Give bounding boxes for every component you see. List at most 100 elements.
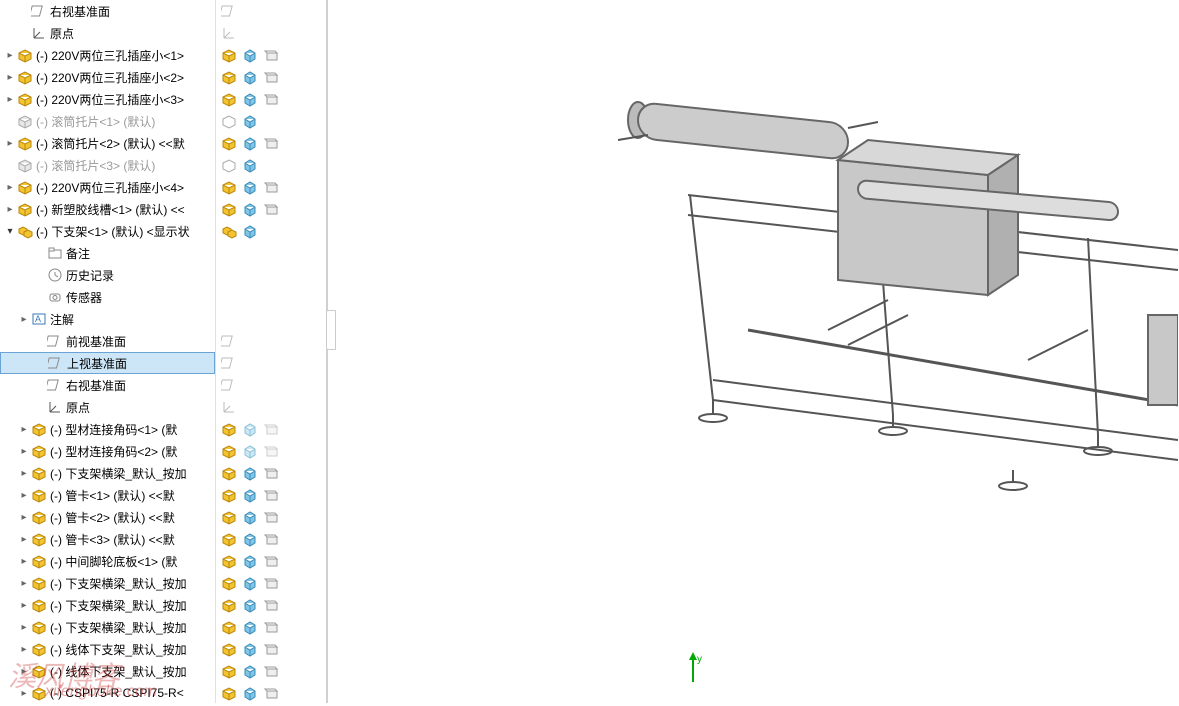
part-icon[interactable]	[220, 508, 238, 526]
sheet-icon[interactable]	[262, 508, 280, 526]
chevron-right-icon[interactable]: ▸	[4, 94, 16, 105]
sheet-icon[interactable]	[262, 552, 280, 570]
part-icon[interactable]	[220, 178, 238, 196]
chevron-right-icon[interactable]: ▸	[18, 578, 30, 589]
sheet-icon[interactable]	[262, 684, 280, 702]
sheet-icon[interactable]	[262, 486, 280, 504]
part-icon[interactable]	[220, 574, 238, 592]
tree-item[interactable]: 右视基准面	[0, 374, 215, 396]
sheet-icon[interactable]	[262, 134, 280, 152]
part-icon[interactable]	[220, 46, 238, 64]
chevron-right-icon[interactable]: ▸	[18, 600, 30, 611]
chevron-right-icon[interactable]: ▸	[18, 490, 30, 501]
sheet-icon[interactable]	[262, 68, 280, 86]
chevron-right-icon[interactable]: ▸	[18, 424, 30, 435]
cube-icon[interactable]	[241, 134, 259, 152]
asm-icon[interactable]	[220, 222, 238, 240]
3d-viewport[interactable]: y	[326, 0, 1179, 703]
sheet-icon[interactable]	[262, 46, 280, 64]
part-icon[interactable]	[220, 618, 238, 636]
part-icon[interactable]	[220, 662, 238, 680]
tree-item[interactable]: 原点	[0, 396, 215, 418]
tree-item[interactable]: ▸(-) 中间脚轮底板<1> (默	[0, 550, 215, 572]
tree-item[interactable]: ▸(-) 型材连接角码<1> (默	[0, 418, 215, 440]
tree-item[interactable]: ▾(-) 下支架<1> (默认) <显示状	[0, 220, 215, 242]
sheet-t-icon[interactable]	[262, 420, 280, 438]
plane-g-icon[interactable]	[220, 354, 238, 372]
sheet-icon[interactable]	[262, 618, 280, 636]
chevron-right-icon[interactable]: ▸	[4, 72, 16, 83]
cube-t-icon[interactable]	[241, 420, 259, 438]
cube-icon[interactable]	[241, 156, 259, 174]
part-icon[interactable]	[220, 442, 238, 460]
chevron-right-icon[interactable]: ▸	[18, 446, 30, 457]
tree-item[interactable]: ▸(-) 220V两位三孔插座小<1>	[0, 44, 215, 66]
tree-item[interactable]: ▸(-) 220V两位三孔插座小<4>	[0, 176, 215, 198]
tree-item[interactable]: 传感器	[0, 286, 215, 308]
sheet-icon[interactable]	[262, 662, 280, 680]
tree-item[interactable]: ▸(-) 下支架横梁_默认_按加	[0, 594, 215, 616]
cube-icon[interactable]	[241, 530, 259, 548]
cube-icon[interactable]	[241, 68, 259, 86]
tree-item[interactable]: ▸(-) 下支架横梁_默认_按加	[0, 462, 215, 484]
sheet-icon[interactable]	[262, 640, 280, 658]
tree-item[interactable]: ▸(-) 管卡<3> (默认) <<默	[0, 528, 215, 550]
sheet-icon[interactable]	[262, 200, 280, 218]
tree-item[interactable]: 前视基准面	[0, 330, 215, 352]
tree-item[interactable]: ▸(-) 下支架横梁_默认_按加	[0, 572, 215, 594]
part-gl-icon[interactable]	[220, 156, 238, 174]
part-icon[interactable]	[220, 552, 238, 570]
cube-icon[interactable]	[241, 552, 259, 570]
tree-item[interactable]: ▸(-) 220V两位三孔插座小<3>	[0, 88, 215, 110]
plane-g-icon[interactable]	[220, 332, 238, 350]
sheet-icon[interactable]	[262, 178, 280, 196]
tree-item[interactable]: 历史记录	[0, 264, 215, 286]
chevron-right-icon[interactable]: ▸	[18, 468, 30, 479]
part-icon[interactable]	[220, 420, 238, 438]
part-icon[interactable]	[220, 684, 238, 702]
part-icon[interactable]	[220, 134, 238, 152]
tree-item[interactable]: (-) 滚筒托片<3> (默认)	[0, 154, 215, 176]
sheet-icon[interactable]	[262, 530, 280, 548]
tree-item[interactable]: ▸(-) 下支架横梁_默认_按加	[0, 616, 215, 638]
chevron-right-icon[interactable]: ▸	[4, 204, 16, 215]
sheet-t-icon[interactable]	[262, 442, 280, 460]
cube-icon[interactable]	[241, 618, 259, 636]
cube-icon[interactable]	[241, 464, 259, 482]
cube-icon[interactable]	[241, 112, 259, 130]
panel-splitter[interactable]	[326, 310, 336, 350]
tree-item[interactable]: ▸A注解	[0, 308, 215, 330]
part-icon[interactable]	[220, 640, 238, 658]
part-icon[interactable]	[220, 90, 238, 108]
sheet-icon[interactable]	[262, 596, 280, 614]
chevron-right-icon[interactable]: ▸	[18, 314, 30, 325]
plane-g-icon[interactable]	[220, 2, 238, 20]
part-gl-icon[interactable]	[220, 112, 238, 130]
origin-g-icon[interactable]	[220, 398, 238, 416]
cube-icon[interactable]	[241, 46, 259, 64]
cube-icon[interactable]	[241, 486, 259, 504]
chevron-right-icon[interactable]: ▸	[18, 512, 30, 523]
tree-item[interactable]: ▸(-) 新塑胶线槽<1> (默认) <<	[0, 198, 215, 220]
cube-icon[interactable]	[241, 200, 259, 218]
tree-item[interactable]: 备注	[0, 242, 215, 264]
part-icon[interactable]	[220, 486, 238, 504]
tree-item[interactable]: ▸(-) 220V两位三孔插座小<2>	[0, 66, 215, 88]
chevron-right-icon[interactable]: ▸	[18, 556, 30, 567]
cube-icon[interactable]	[241, 222, 259, 240]
cube-t-icon[interactable]	[241, 442, 259, 460]
part-icon[interactable]	[220, 200, 238, 218]
sheet-icon[interactable]	[262, 90, 280, 108]
tree-item[interactable]: (-) 滚筒托片<1> (默认)	[0, 110, 215, 132]
cube-icon[interactable]	[241, 90, 259, 108]
tree-item[interactable]: ▸(-) 管卡<2> (默认) <<默	[0, 506, 215, 528]
part-icon[interactable]	[220, 596, 238, 614]
chevron-right-icon[interactable]: ▸	[4, 50, 16, 61]
sheet-icon[interactable]	[262, 574, 280, 592]
sheet-icon[interactable]	[262, 464, 280, 482]
cube-icon[interactable]	[241, 574, 259, 592]
cube-icon[interactable]	[241, 662, 259, 680]
tree-item[interactable]: ▸(-) 滚筒托片<2> (默认) <<默	[0, 132, 215, 154]
chevron-right-icon[interactable]: ▸	[4, 182, 16, 193]
cube-icon[interactable]	[241, 508, 259, 526]
